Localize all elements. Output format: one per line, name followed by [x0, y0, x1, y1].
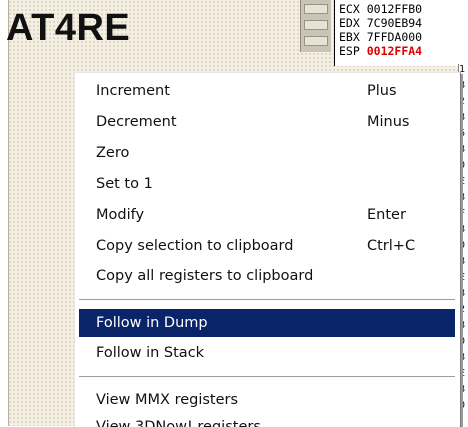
- window-left-edge: [0, 0, 9, 426]
- register-row-esp[interactable]: ESP 0012FFA4: [335, 44, 468, 58]
- menu-item-label: Follow in Stack: [96, 345, 205, 361]
- menu-item-label: Zero: [96, 145, 130, 161]
- menu-separator: [79, 376, 455, 378]
- registers-pane: ECX 0012FFB0 EDX 7C90EB94 EBX 7FFDA000 E…: [334, 0, 468, 66]
- register-row-ebx[interactable]: EBX 7FFDA000: [335, 30, 468, 44]
- register-name: ECX: [339, 2, 360, 16]
- register-value: 0012FFB0: [366, 2, 423, 16]
- at4re-logo: AT4RE: [6, 7, 131, 49]
- menu-item-view-mmx[interactable]: View MMX registers: [79, 386, 455, 414]
- scroll-notch: [304, 4, 328, 14]
- pane-scroll-gutter[interactable]: [300, 0, 331, 52]
- menu-item-increment[interactable]: Increment Plus: [79, 77, 455, 105]
- register-row-edx[interactable]: EDX 7C90EB94: [335, 16, 468, 30]
- menu-item-follow-in-stack[interactable]: Follow in Stack: [79, 339, 455, 367]
- menu-item-shortcut: Ctrl+C: [367, 238, 416, 254]
- menu-item-shortcut: Enter: [367, 207, 406, 223]
- register-value: 7C90EB94: [366, 16, 423, 30]
- register-value-changed: 0012FFA4: [366, 44, 423, 58]
- menu-item-copy-selection[interactable]: Copy selection to clipboard Ctrl+C: [79, 232, 455, 260]
- register-row-ecx[interactable]: ECX 0012FFB0: [335, 2, 468, 16]
- menu-item-label: Increment: [96, 83, 170, 99]
- menu-separator: [79, 299, 455, 301]
- menu-item-shortcut: Plus: [367, 83, 397, 99]
- menu-item-modify[interactable]: Modify Enter: [79, 201, 455, 229]
- register-value: 7FFDA000: [366, 30, 423, 44]
- menu-item-follow-in-dump[interactable]: Follow in Dump: [79, 309, 455, 337]
- menu-item-view-3dnow[interactable]: View 3DNow! registers: [79, 413, 455, 427]
- register-name: EBX: [339, 30, 360, 44]
- register-context-menu: Increment Plus Decrement Minus Zero Set …: [74, 72, 461, 427]
- menu-item-label: Set to 1: [96, 176, 153, 192]
- menu-item-zero[interactable]: Zero: [79, 139, 455, 167]
- register-name: ESP: [339, 44, 360, 58]
- menu-item-set-to-1[interactable]: Set to 1: [79, 170, 455, 198]
- scroll-notch: [304, 20, 328, 30]
- menu-item-label: Copy selection to clipboard: [96, 238, 294, 254]
- scroll-notch: [304, 36, 328, 46]
- menu-item-shortcut: Minus: [367, 114, 410, 130]
- menu-item-label: Follow in Dump: [96, 315, 208, 331]
- register-name: EDX: [339, 16, 360, 30]
- menu-item-label: Copy all registers to clipboard: [96, 268, 314, 284]
- menu-item-label: Modify: [96, 207, 145, 223]
- menu-item-decrement[interactable]: Decrement Minus: [79, 108, 455, 136]
- menu-item-label: Decrement: [96, 114, 177, 130]
- menu-item-copy-all-registers[interactable]: Copy all registers to clipboard: [79, 262, 455, 290]
- menu-item-label: View MMX registers: [96, 392, 239, 408]
